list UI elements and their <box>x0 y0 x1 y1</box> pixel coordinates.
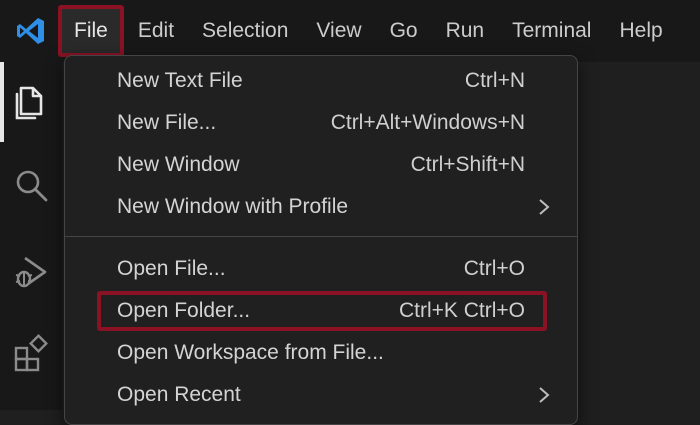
menu-run[interactable]: Run <box>432 0 499 62</box>
menu-item-shortcut: Ctrl+Alt+Windows+N <box>330 111 525 134</box>
menu-item-label: New Window with Profile <box>117 195 349 218</box>
menu-item-new-window[interactable]: New Window Ctrl+Shift+N <box>65 144 577 186</box>
menu-item-label: Open Recent <box>117 383 241 406</box>
search-icon <box>16 170 48 202</box>
menu-item-label: New File... <box>117 111 217 134</box>
run-debug-icon <box>15 256 47 288</box>
activity-bar <box>0 62 62 410</box>
search-button[interactable] <box>0 146 62 226</box>
menu-view[interactable]: View <box>302 0 375 62</box>
menu-help[interactable]: Help <box>605 0 676 62</box>
menu-selection[interactable]: Selection <box>188 0 302 62</box>
vscode-logo-icon <box>0 0 62 62</box>
menu-item-open-workspace[interactable]: Open Workspace from File... <box>65 332 577 374</box>
menu-item-label: New Text File <box>117 69 243 92</box>
open-folder-highlight <box>97 291 547 331</box>
active-indicator <box>0 62 4 142</box>
menu-item-shortcut: Ctrl+N <box>464 69 525 92</box>
run-debug-button[interactable] <box>0 232 62 312</box>
menu-separator <box>65 236 577 237</box>
menu-item-label: Open Workspace from File... <box>117 341 384 364</box>
explorer-icon <box>15 86 43 120</box>
menu-item-new-text-file[interactable]: New Text File Ctrl+N <box>65 60 577 102</box>
menu-edit[interactable]: Edit <box>124 0 188 62</box>
menu-item-label: New Window <box>117 153 240 176</box>
extensions-button[interactable] <box>0 314 62 394</box>
file-menu-dropdown: New Text File Ctrl+N New File... Ctrl+Al… <box>64 55 578 425</box>
menu-go[interactable]: Go <box>376 0 432 62</box>
menu-item-shortcut: Ctrl+Shift+N <box>410 153 525 176</box>
menu-terminal[interactable]: Terminal <box>498 0 605 62</box>
menu-item-shortcut: Ctrl+O <box>463 257 525 280</box>
menu-item-new-window-with-profile[interactable]: New Window with Profile <box>65 186 577 228</box>
menu-item-open-file[interactable]: Open File... Ctrl+O <box>65 248 577 290</box>
menu-bar: File Edit Selection View Go Run Terminal… <box>0 0 700 62</box>
extensions-icon <box>14 334 48 372</box>
menu-item-label: Open File... <box>117 257 226 280</box>
menu-file[interactable]: File <box>58 5 124 57</box>
chevron-right-icon <box>537 186 551 228</box>
menu-item-new-file[interactable]: New File... Ctrl+Alt+Windows+N <box>65 102 577 144</box>
explorer-button[interactable] <box>0 62 62 142</box>
